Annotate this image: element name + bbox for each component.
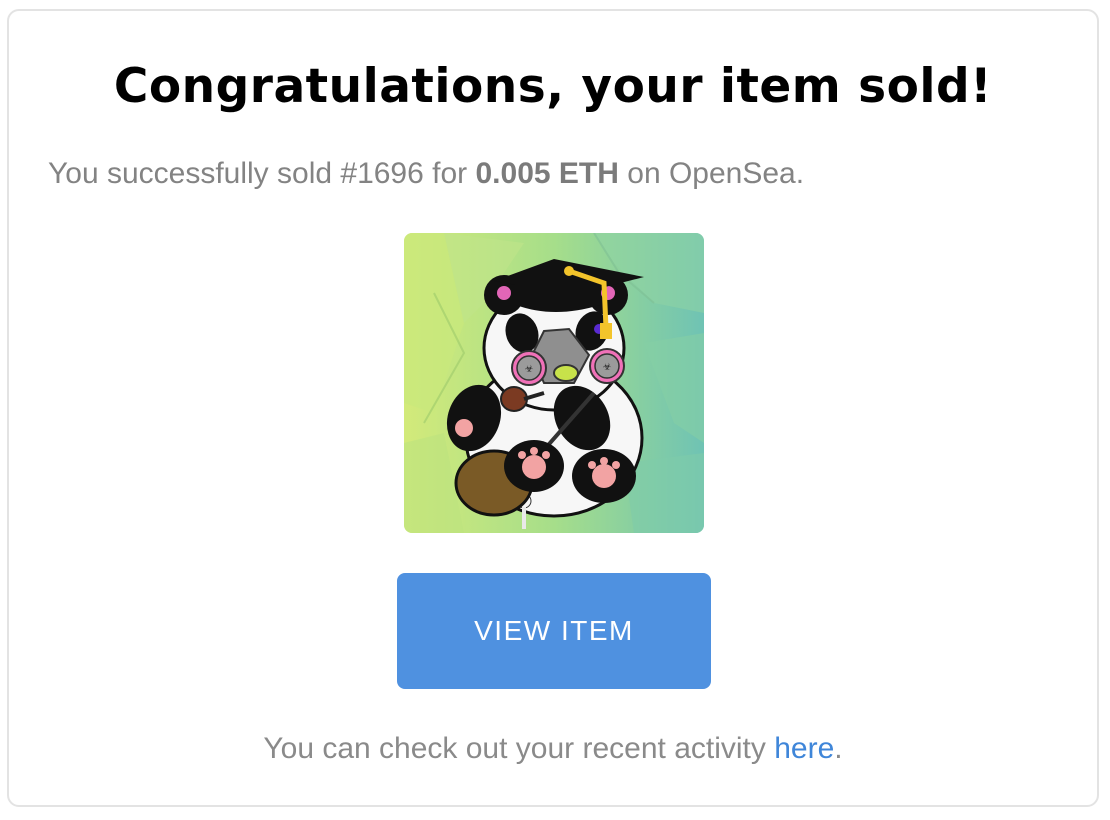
activity-footer-prefix: You can check out your recent activity <box>263 732 775 765</box>
activity-footer: You can check out your recent activity h… <box>9 729 1097 769</box>
svg-text:☣: ☣ <box>603 362 612 373</box>
sale-price: 0.005 ETH <box>475 157 619 190</box>
sale-notification-card: Congratulations, your item sold! You suc… <box>7 9 1099 807</box>
sale-message-prefix: You successfully sold #1696 for <box>48 157 476 190</box>
page-title: Congratulations, your item sold! <box>113 59 993 114</box>
sale-message-suffix: on OpenSea. <box>618 157 805 190</box>
view-item-button[interactable]: VIEW ITEM <box>397 573 711 689</box>
view-item-button-label: VIEW ITEM <box>474 615 634 646</box>
activity-footer-suffix: . <box>834 732 843 765</box>
sale-message: You successfully sold #1696 for 0.005 ET… <box>48 154 804 194</box>
svg-text:☣: ☣ <box>525 364 534 375</box>
panda-nft-image[interactable]: ☣ ☣ <box>404 233 704 533</box>
activity-link[interactable]: here <box>774 732 834 765</box>
